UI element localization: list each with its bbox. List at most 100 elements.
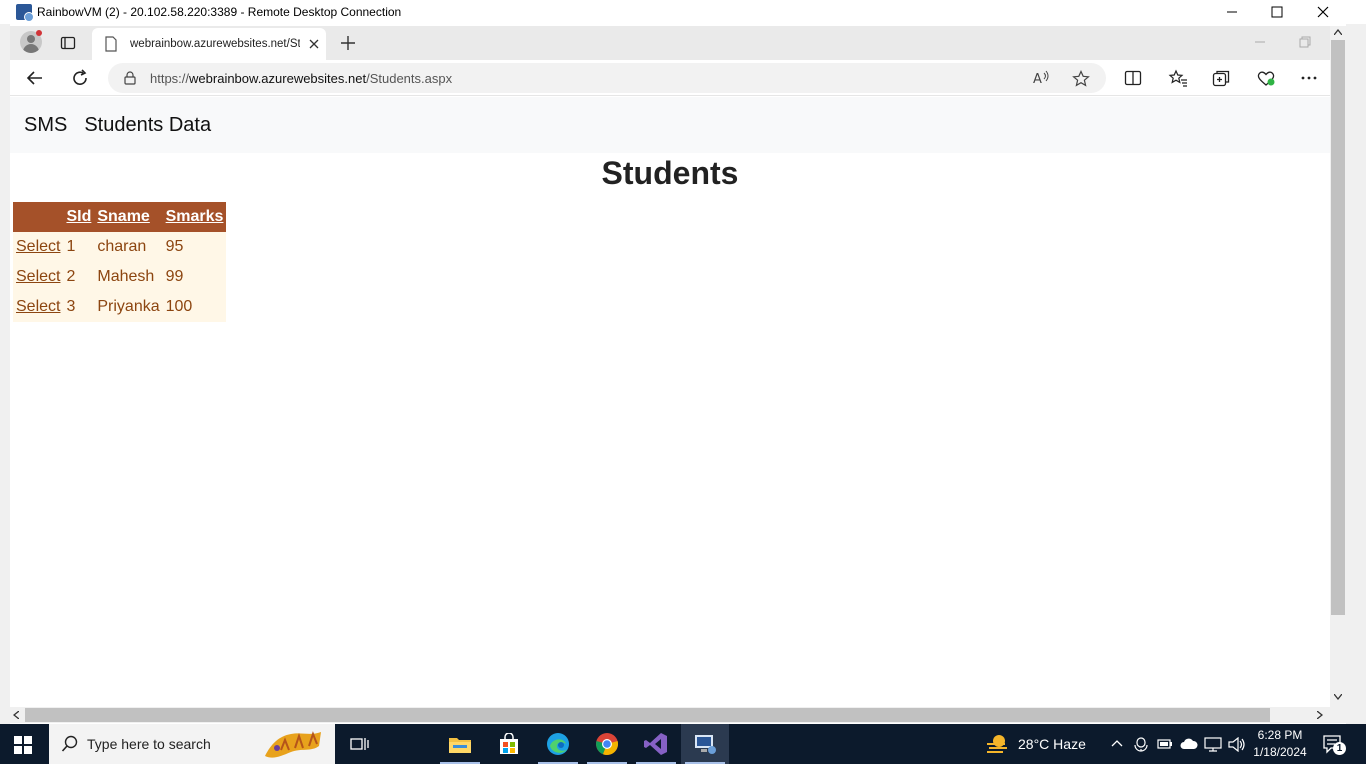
remote-desktop-icon [16,4,34,22]
taskbar-search[interactable]: Type here to search [49,724,335,764]
edge-taskbar-button[interactable] [534,724,582,764]
plus-icon [341,36,355,50]
horizontal-scrollbar[interactable] [10,707,1330,723]
window-right-edge [1346,24,1366,724]
notification-badge: 1 [1333,742,1346,755]
search-placeholder: Type here to search [87,736,211,752]
more-options-icon[interactable] [1301,69,1317,87]
refresh-icon[interactable] [71,69,89,87]
address-bar[interactable]: https://webrainbow.azurewebsites.net/Stu… [108,63,1106,93]
edge-icon [547,733,569,755]
select-link[interactable]: Select [16,238,60,255]
cell-smarks: 99 [162,262,227,292]
minimize-button[interactable] [1209,0,1255,24]
tab-actions-button[interactable] [60,35,76,51]
browser-essentials-icon[interactable] [1256,69,1276,87]
volume-icon[interactable] [1228,737,1246,752]
table-row: Select 1 charan 95 [13,232,227,262]
weather-haze-icon [987,735,1007,753]
cell-sid: 3 [63,292,95,322]
favorite-star-icon[interactable] [1072,70,1090,88]
cell-sid: 1 [63,232,95,262]
header-smarks[interactable]: Smarks [162,202,227,232]
select-link[interactable]: Select [16,268,60,285]
notification-center-button[interactable]: 1 [1322,734,1346,756]
vertical-scrollbar[interactable] [1330,26,1346,707]
maximize-button[interactable] [1254,0,1300,24]
grid-header-row: SId Sname Smarks [13,202,227,232]
students-data-link[interactable]: Students Data [84,114,211,137]
profile-notification-dot [36,30,42,36]
remote-desktop-taskbar-button[interactable] [681,724,729,764]
store-button[interactable] [485,724,533,764]
onedrive-cloud-icon[interactable] [1180,738,1198,750]
scrollbar-corner [1330,707,1346,723]
url-host: webrainbow.azurewebsites.net [189,70,367,86]
clock-time: 6:28 PM [1257,728,1303,742]
vertical-scroll-thumb[interactable] [1331,40,1345,615]
weather-text[interactable]: 28°C Haze [1018,736,1086,752]
close-window-button[interactable] [1300,0,1346,24]
back-icon[interactable] [26,69,44,87]
brand-link[interactable]: SMS [24,114,67,137]
windows-start-icon[interactable] [14,736,32,754]
page-title: Students [601,155,739,191]
file-explorer-icon [449,738,471,753]
url-path: /Students.aspx [366,70,453,86]
battery-power-icon[interactable] [1157,737,1173,751]
cell-sname: Priyanka [94,292,163,322]
tab-students[interactable]: webrainbow.azurewebsites.net/Students.as… [92,28,326,60]
store-icon [500,733,518,754]
meet-now-icon[interactable] [1134,736,1148,752]
new-tab-button[interactable] [340,35,356,51]
table-row: Select 2 Mahesh 99 [13,262,227,292]
site-navbar: SMS Students Data [10,97,1330,153]
scroll-left-icon[interactable] [13,711,19,719]
rdp-title-bar: RainbowVM (2) - 20.102.58.220:3389 - Rem… [0,0,1366,24]
cell-smarks: 100 [162,292,227,322]
file-explorer-button[interactable] [436,724,484,764]
remote-desktop-taskbar-icon [695,735,716,754]
favorites-icon[interactable] [1168,69,1188,87]
maximize-icon [1271,6,1283,18]
tab-actions-icon [60,36,76,50]
clock-date: 1/18/2024 [1253,745,1307,759]
read-aloud-icon[interactable]: A [1032,70,1050,86]
chrome-icon [596,733,619,755]
chrome-taskbar-button[interactable] [583,724,631,764]
cell-smarks: 95 [162,232,227,262]
tab-title: webrainbow.azurewebsites.net/Students.as… [130,38,300,50]
scroll-down-icon[interactable] [1334,694,1342,700]
show-hidden-icons-icon[interactable] [1111,739,1123,747]
close-icon [1317,6,1329,18]
collections-icon[interactable] [1212,69,1230,87]
tab-close-icon[interactable] [308,38,320,50]
browser-minimize-icon[interactable] [1254,36,1266,48]
rdp-window-title: RainbowVM (2) - 20.102.58.220:3389 - Rem… [37,5,402,19]
page-icon [105,36,117,52]
url-prefix: https:// [150,70,190,86]
header-sid[interactable]: SId [63,202,95,232]
search-highlight-icon[interactable] [261,726,329,762]
task-view-button[interactable] [336,724,384,764]
search-icon [61,735,78,752]
select-link[interactable]: Select [16,298,60,315]
url-text[interactable]: https://webrainbow.azurewebsites.net/Stu… [150,71,452,86]
web-page: SMS Students Data Students SId Sname Sma… [10,97,1330,707]
header-select [13,202,64,232]
network-icon[interactable] [1204,737,1222,752]
lock-icon[interactable] [124,71,136,85]
address-toolbar: https://webrainbow.azurewebsites.net/Stu… [10,60,1330,96]
cell-sid: 2 [63,262,95,292]
visual-studio-icon [644,733,667,755]
clock[interactable]: 6:28 PM 1/18/2024 [1250,727,1310,761]
scroll-right-icon[interactable] [1317,711,1323,719]
header-sname[interactable]: Sname [94,202,163,232]
split-screen-icon[interactable] [1124,69,1142,87]
scroll-up-icon[interactable] [1334,29,1342,35]
taskbar: Type here to search 28°C Haze 6:28 PM 1/… [0,724,1366,764]
visual-studio-taskbar-button[interactable] [632,724,680,764]
horizontal-scroll-thumb[interactable] [25,708,1270,722]
browser-restore-icon[interactable] [1299,36,1311,48]
task-view-icon [350,738,369,750]
